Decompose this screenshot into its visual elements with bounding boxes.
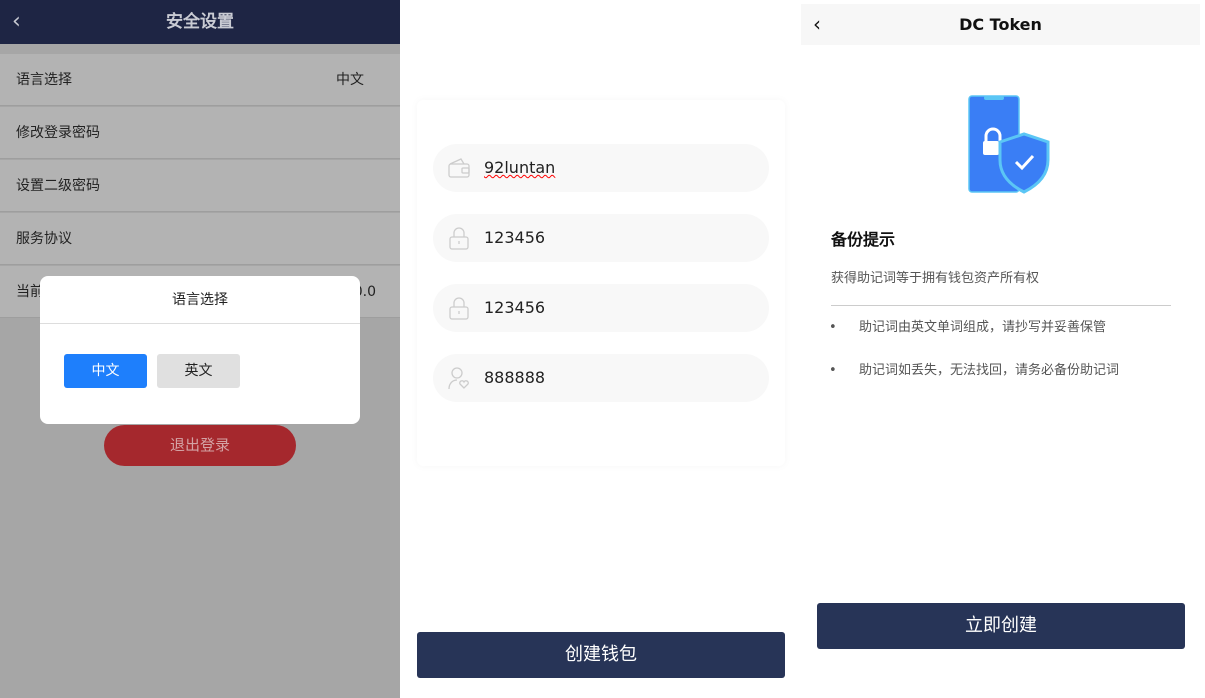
bullet-item: • 助记词由英文单词组成，请抄写并妥善保管 [829,320,1107,335]
input-value: 123456 [484,228,546,247]
language-modal: 语言选择 中文 英文 [40,276,360,424]
back-icon[interactable]: ‹ [12,0,21,44]
row-value: 中文 [336,72,364,88]
back-icon[interactable]: ‹ [813,4,821,45]
page-title: 安全设置 [166,12,234,32]
wallet-name-input[interactable]: 92luntan [433,144,769,192]
row-label: 服务协议 [16,231,72,247]
confirm-password-input[interactable]: 123456 [433,284,769,332]
create-wallet-button[interactable]: 创建钱包 [417,632,785,678]
invite-code-input[interactable]: 888888 [433,354,769,402]
input-value: 123456 [484,298,546,317]
row-change-login-password[interactable]: 修改登录密码 [0,107,400,159]
logout-button[interactable]: 退出登录 [104,425,296,466]
divider [831,305,1171,306]
header: ‹ 安全设置 [0,0,400,44]
bullet-item: • 助记词如丢失，无法找回，请务必备份助记词 [829,363,1120,378]
page-title: DC Token [959,15,1042,34]
row-label: 设置二级密码 [16,178,100,194]
row-label: 修改登录密码 [16,125,100,141]
header: ‹ DC Token [801,4,1200,45]
row-service-agreement[interactable]: 服务协议 [0,213,400,265]
lock-icon [449,227,469,250]
modal-title: 语言选择 [40,276,360,324]
user-icon [448,367,469,390]
row-language[interactable]: 语言选择 中文 [0,54,400,106]
option-english[interactable]: 英文 [157,354,240,388]
phone-shield-illustration [968,95,1050,194]
password-input[interactable]: 123456 [433,214,769,262]
create-now-button[interactable]: 立即创建 [817,603,1185,649]
row-label: 语言选择 [16,72,72,88]
input-value: 92luntan [484,158,556,177]
backup-heading: 备份提示 [831,230,896,249]
input-value: 888888 [484,368,546,387]
security-settings-screen: ‹ 安全设置 语言选择 中文 修改登录密码 设置二级密码 服务协议 当前 0.0 退… [0,0,400,698]
backup-subtitle: 获得助记词等于拥有钱包资产所有权 [831,271,1040,286]
option-chinese[interactable]: 中文 [64,354,147,388]
wallet-icon [448,158,470,178]
row-secondary-password[interactable]: 设置二级密码 [0,160,400,212]
lock-icon [449,297,469,320]
